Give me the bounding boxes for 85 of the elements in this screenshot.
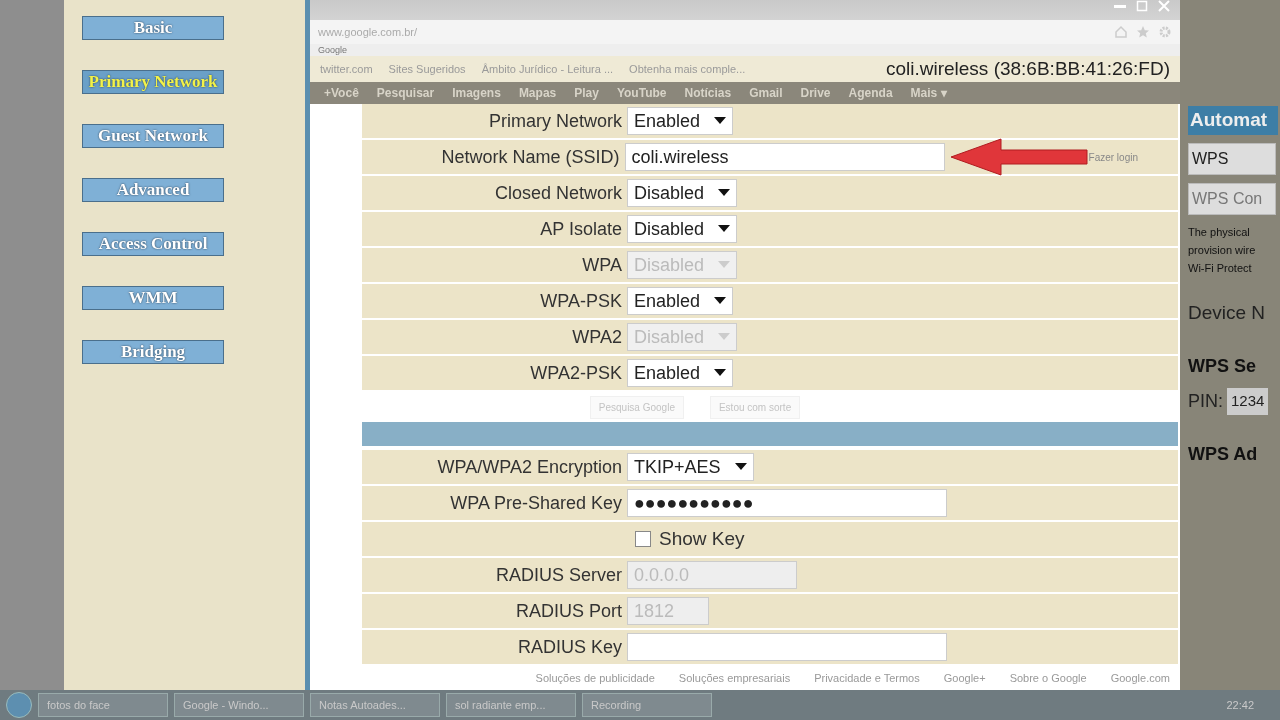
dropdown[interactable]: TKIP+AES bbox=[627, 453, 754, 481]
caret-icon bbox=[718, 261, 731, 269]
field-label: WPA2 bbox=[571, 325, 623, 349]
nav-button[interactable]: Basic bbox=[82, 16, 224, 40]
field-label: AP Isolate bbox=[539, 217, 623, 241]
minimize-icon bbox=[1114, 4, 1126, 8]
caret-icon bbox=[718, 333, 731, 341]
nav-button[interactable]: Primary Network bbox=[82, 70, 224, 94]
taskbar-item[interactable]: sol radiante emp... bbox=[446, 692, 576, 718]
taskbar-item[interactable]: Notas Autoades... bbox=[310, 692, 440, 718]
bookmark-link[interactable]: twitter.com bbox=[320, 60, 373, 78]
nav-button[interactable]: Bridging bbox=[82, 340, 224, 364]
footer-link[interactable]: Google.com bbox=[1110, 670, 1170, 687]
browser-tab[interactable]: Google bbox=[318, 45, 348, 55]
start-button[interactable] bbox=[6, 692, 32, 718]
field-label: WPA bbox=[581, 253, 623, 277]
caret-icon bbox=[714, 369, 727, 377]
bookmark-link[interactable]: Sites Sugeridos bbox=[388, 60, 466, 78]
field-label: PIN: bbox=[1188, 390, 1223, 413]
nav-link[interactable]: Drive bbox=[800, 84, 831, 102]
checkbox[interactable] bbox=[635, 531, 651, 547]
field-label: WPA2-PSK bbox=[529, 361, 623, 385]
nav-link[interactable]: +Você bbox=[324, 84, 359, 102]
caret-icon bbox=[714, 117, 727, 125]
close-icon bbox=[1158, 0, 1170, 12]
bookmark-link[interactable]: Obtenha mais comple... bbox=[629, 60, 746, 78]
input-field[interactable]: WPS Con bbox=[1188, 182, 1276, 215]
dropdown[interactable]: Disabled bbox=[627, 215, 738, 243]
field-label: RADIUS Key bbox=[516, 635, 623, 659]
input-field[interactable]: ●●●●●●●●●●● bbox=[627, 489, 947, 517]
nav-link[interactable]: Imagens bbox=[452, 84, 501, 102]
nav-button[interactable]: Guest Network bbox=[82, 124, 224, 148]
footer-link[interactable]: Google+ bbox=[943, 670, 986, 687]
field-label: WPA Pre-Shared Key bbox=[449, 491, 623, 515]
taskbar-item[interactable]: fotos do face bbox=[38, 692, 168, 718]
dropdown[interactable]: WPS bbox=[1188, 142, 1276, 175]
dropdown[interactable]: Enabled bbox=[627, 359, 734, 387]
footer-link[interactable]: Sobre o Google bbox=[1009, 670, 1087, 687]
footer-link[interactable]: Soluções empresariais bbox=[678, 670, 791, 687]
caret-icon bbox=[718, 225, 731, 233]
nav-link[interactable]: YouTube bbox=[616, 84, 667, 102]
caret-icon bbox=[714, 297, 727, 305]
nav-button[interactable]: Access Control bbox=[82, 232, 224, 256]
field-label: Device N bbox=[1188, 300, 1267, 325]
nav-link[interactable]: Notícias bbox=[684, 84, 732, 102]
field-label: Closed Network bbox=[493, 181, 623, 205]
checkbox-label: Show Key bbox=[659, 526, 745, 551]
settings-icon bbox=[1158, 25, 1172, 39]
clock: 22:42 bbox=[1226, 697, 1254, 713]
nav-link[interactable]: Play bbox=[574, 84, 599, 102]
field-label: RADIUS Port bbox=[514, 599, 623, 623]
field-label: Network Name (SSID) bbox=[440, 145, 621, 169]
section-header: WPS Ad bbox=[1188, 443, 1259, 466]
taskbar-item[interactable]: Google - Windo... bbox=[174, 692, 304, 718]
nav-link[interactable]: Agenda bbox=[848, 84, 893, 102]
description-text: The physical provision wire Wi-Fi Protect bbox=[1188, 224, 1257, 276]
nav-link[interactable]: Mais ▾ bbox=[910, 84, 947, 102]
field-label: WPA/WPA2 Encryption bbox=[436, 455, 623, 479]
nav-button[interactable]: WMM bbox=[82, 286, 224, 310]
footer-link[interactable]: Soluções de publicidade bbox=[535, 670, 655, 687]
nav-link[interactable]: Pesquisar bbox=[376, 84, 435, 102]
caret-icon bbox=[734, 463, 747, 471]
maximize-icon bbox=[1136, 0, 1148, 12]
input-field[interactable]: coli.wireless bbox=[624, 143, 945, 171]
window-title: coli.wireless (38:6B:BB:41:26:FD) bbox=[885, 56, 1170, 81]
nav-link[interactable]: Mapas bbox=[518, 84, 557, 102]
footer-link[interactable]: Privacidade e Termos bbox=[814, 670, 920, 687]
field-label: WPA-PSK bbox=[539, 289, 623, 313]
input-field[interactable] bbox=[627, 633, 947, 661]
sign-in-link[interactable]: Fazer login bbox=[1088, 149, 1138, 165]
dropdown[interactable]: Enabled bbox=[627, 287, 734, 315]
section-header: WPS Se bbox=[1188, 355, 1258, 378]
home-icon bbox=[1114, 25, 1128, 39]
bookmark-link[interactable]: Âmbito Jurídico - Leitura ... bbox=[481, 60, 614, 78]
star-icon bbox=[1136, 25, 1150, 39]
taskbar-item[interactable]: Recording bbox=[582, 692, 712, 718]
nav-link[interactable]: Gmail bbox=[749, 84, 783, 102]
dropdown[interactable]: Enabled bbox=[627, 107, 734, 135]
field-label: Primary Network bbox=[488, 109, 623, 133]
caret-icon bbox=[718, 189, 731, 197]
field-label: RADIUS Server bbox=[494, 563, 623, 587]
nav-button[interactable]: Advanced bbox=[82, 178, 224, 202]
input-field[interactable]: 1234 bbox=[1227, 388, 1269, 415]
panel-header: Automat bbox=[1188, 106, 1278, 135]
dropdown[interactable]: Disabled bbox=[627, 179, 738, 207]
